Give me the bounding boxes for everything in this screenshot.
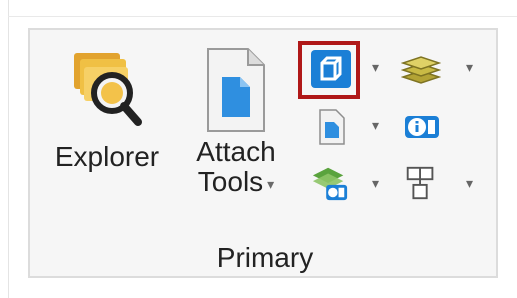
info-badge-icon <box>405 116 439 138</box>
document-button[interactable] <box>306 104 358 148</box>
attach-label-line2-text: Tools <box>197 166 264 197</box>
layers-button[interactable] <box>397 47 449 91</box>
attach-tools-button[interactable]: Attach Tools ▾ <box>186 45 286 200</box>
cube-icon <box>311 50 351 88</box>
chevron-down-icon[interactable]: ▾ <box>372 60 384 74</box>
folder-search-icon <box>74 53 142 126</box>
view-box-button[interactable] <box>305 47 357 91</box>
group-label: Primary <box>216 242 314 273</box>
chevron-down-icon[interactable]: ▾ <box>372 176 384 190</box>
info-display-button[interactable] <box>397 104 449 148</box>
explorer-button[interactable]: Explorer <box>48 45 166 195</box>
layers-stack-icon <box>401 56 441 84</box>
level-button[interactable] <box>397 160 449 204</box>
attach-label-line1: Attach <box>196 136 276 167</box>
ribbon-top-border <box>8 16 517 17</box>
page-icon <box>319 109 345 145</box>
chevron-down-icon[interactable]: ▾ <box>372 118 384 132</box>
layer-info-button[interactable] <box>306 160 358 204</box>
document-icon <box>207 48 265 132</box>
attach-label-line2: Tools ▾ <box>186 167 286 199</box>
explorer-label: Explorer <box>54 141 160 172</box>
tree-grid-icon <box>406 166 434 200</box>
chevron-down-icon[interactable]: ▾ <box>267 176 274 192</box>
chevron-down-icon[interactable]: ▾ <box>466 176 478 190</box>
chevron-down-icon[interactable]: ▾ <box>466 60 478 74</box>
attach-tools-label: Attach Tools ▾ <box>186 137 286 199</box>
window-edge <box>8 0 9 298</box>
layers-info-icon <box>312 167 348 201</box>
